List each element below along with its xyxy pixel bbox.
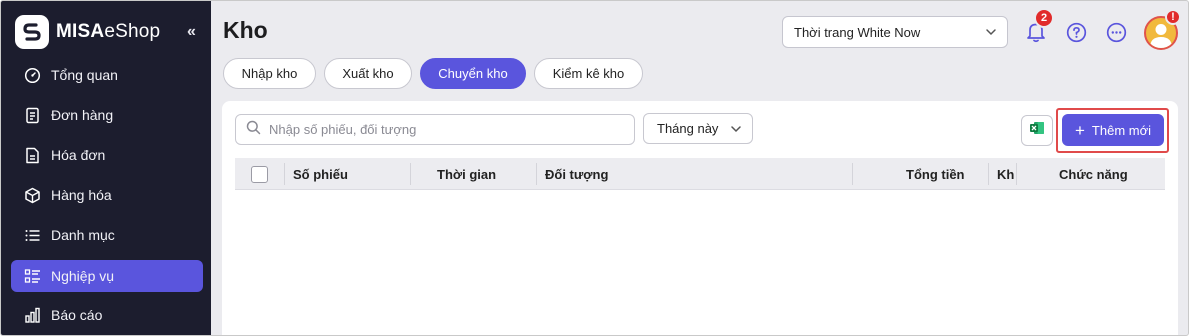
operations-icon: [23, 267, 41, 285]
store-select-value: Thời trang White Now: [794, 24, 921, 40]
column-header-kho[interactable]: Kh: [997, 158, 1014, 190]
store-select[interactable]: Thời trang White Now: [782, 16, 1008, 48]
chevron-down-icon: [985, 26, 997, 41]
sidebar-item-label: Đơn hàng: [51, 107, 114, 123]
tab-nhap-kho[interactable]: Nhập kho: [223, 58, 316, 89]
chevron-down-icon: [730, 123, 742, 138]
avatar-alert-badge: !: [1165, 9, 1181, 25]
export-excel-button[interactable]: [1021, 115, 1053, 146]
box-icon: [23, 186, 41, 204]
sidebar-item-label: Hóa đơn: [51, 147, 106, 163]
search-input[interactable]: [269, 122, 609, 137]
column-divider: [988, 163, 989, 185]
page-title: Kho: [223, 17, 268, 43]
sidebar-item-label: Báo cáo: [51, 307, 103, 323]
column-divider: [284, 163, 285, 185]
invoice-icon: [23, 146, 41, 164]
sidebar-item-nghiep-vu[interactable]: Nghiệp vụ: [11, 260, 203, 292]
app-window: MISAeShop « Tổng quan Đơn hàng Hóa đơn H…: [0, 0, 1189, 336]
plus-icon: +: [1074, 120, 1085, 140]
table-header: Số phiếu Thời gian Đối tượng Tổng tiền K…: [235, 158, 1165, 190]
sidebar-item-label: Hàng hóa: [51, 187, 112, 203]
brand-name: MISAeShop: [56, 21, 161, 42]
report-icon: [23, 306, 41, 324]
add-new-label: Thêm mới: [1091, 122, 1152, 138]
sidebar-item-label: Nghiệp vụ: [51, 268, 115, 284]
column-divider: [852, 163, 853, 185]
more-options-icon[interactable]: [1105, 21, 1127, 43]
search-box[interactable]: [235, 114, 635, 145]
order-icon: [23, 106, 41, 124]
period-select[interactable]: Tháng này: [643, 113, 753, 144]
help-icon[interactable]: [1065, 21, 1087, 43]
tab-xuat-kho[interactable]: Xuất kho: [324, 58, 412, 89]
brand[interactable]: MISAeShop: [15, 15, 160, 49]
sidebar-item-hang-hoa[interactable]: Hàng hóa: [11, 179, 203, 211]
tab-chuyen-kho[interactable]: Chuyển kho: [420, 58, 526, 89]
collapse-sidebar-icon[interactable]: «: [187, 23, 196, 41]
column-divider: [536, 163, 537, 185]
select-all-checkbox[interactable]: [251, 166, 268, 183]
sidebar-item-label: Tổng quan: [51, 67, 118, 83]
period-select-value: Tháng này: [657, 121, 719, 136]
sidebar-item-tong-quan[interactable]: Tổng quan: [11, 59, 203, 91]
add-new-button[interactable]: + Thêm mới: [1062, 114, 1164, 146]
search-icon: [246, 120, 261, 140]
content-panel: Tháng này + Thêm mới Số phiếu Thời gian …: [222, 101, 1178, 335]
column-header-tong-tien[interactable]: Tổng tiền: [906, 158, 965, 190]
sidebar-item-bao-cao[interactable]: Báo cáo: [11, 299, 203, 331]
column-header-doi-tuong[interactable]: Đối tượng: [545, 158, 608, 190]
column-header-chuc-nang[interactable]: Chức năng: [1059, 158, 1128, 190]
sidebar-item-danh-muc[interactable]: Danh mục: [11, 219, 203, 251]
column-header-thoi-gian[interactable]: Thời gian: [437, 158, 496, 190]
sidebar-item-label: Danh mục: [51, 227, 115, 243]
tab-kiem-ke-kho[interactable]: Kiểm kê kho: [534, 58, 643, 89]
notification-badge: 2: [1034, 8, 1054, 28]
sidebar-item-don-hang[interactable]: Đơn hàng: [11, 99, 203, 131]
dashboard-icon: [23, 66, 41, 84]
column-divider: [1016, 163, 1017, 185]
sidebar: MISAeShop « Tổng quan Đơn hàng Hóa đơn H…: [1, 1, 211, 335]
misa-logo-icon: [15, 15, 49, 49]
list-icon: [23, 226, 41, 244]
excel-icon: [1029, 120, 1045, 141]
sidebar-item-hoa-don[interactable]: Hóa đơn: [11, 139, 203, 171]
column-header-so-phieu[interactable]: Số phiếu: [293, 158, 348, 190]
column-divider: [410, 163, 411, 185]
